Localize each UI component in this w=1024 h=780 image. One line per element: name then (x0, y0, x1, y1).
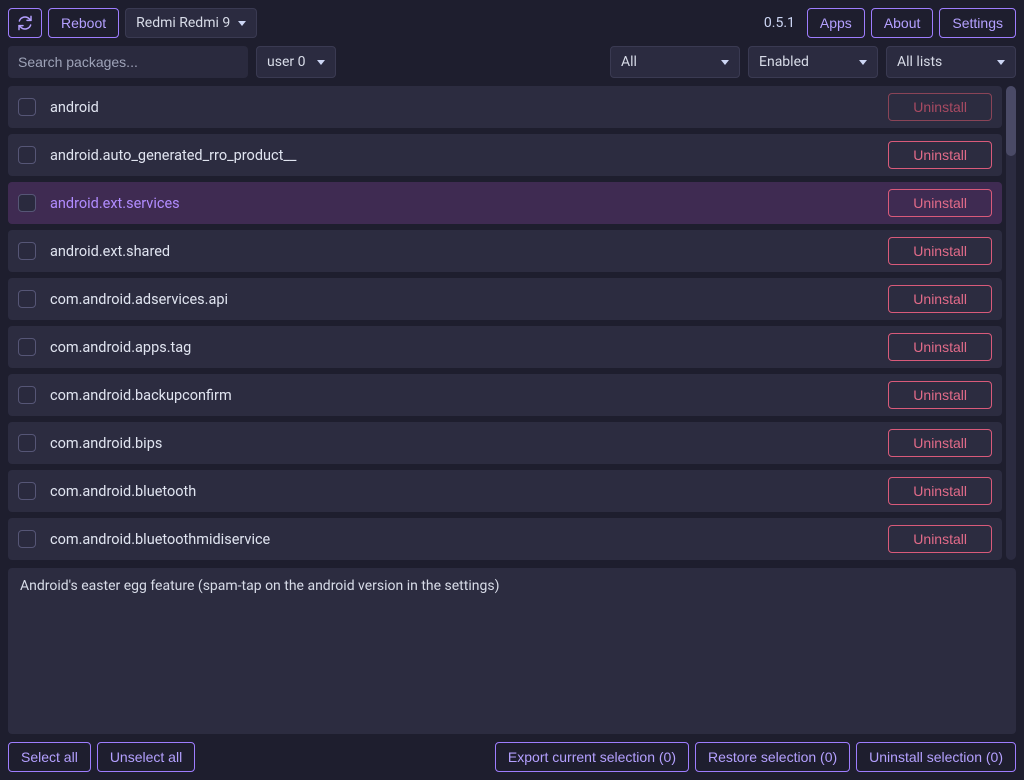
chevron-down-icon (997, 60, 1005, 65)
uninstall-button[interactable]: Uninstall (888, 141, 992, 169)
package-checkbox[interactable] (18, 194, 36, 212)
reboot-button[interactable]: Reboot (48, 8, 119, 38)
status-select[interactable]: Enabled (748, 46, 878, 78)
package-row[interactable]: com.android.bluetooth Uninstall (8, 470, 1002, 512)
chevron-down-icon (238, 21, 246, 26)
package-checkbox[interactable] (18, 482, 36, 500)
uninstall-button[interactable]: Uninstall (888, 477, 992, 505)
package-name: com.android.bips (50, 435, 874, 452)
unselect-all-button[interactable]: Unselect all (97, 742, 195, 772)
refresh-button[interactable] (8, 8, 42, 38)
filters-bar: user 0 All Enabled All lists (8, 46, 1016, 78)
package-checkbox[interactable] (18, 146, 36, 164)
package-checkbox[interactable] (18, 386, 36, 404)
package-name: com.android.bluetooth (50, 483, 874, 500)
package-row[interactable]: com.android.bips Uninstall (8, 422, 1002, 464)
user-select[interactable]: user 0 (256, 46, 336, 78)
package-row[interactable]: com.android.adservices.api Uninstall (8, 278, 1002, 320)
select-all-button[interactable]: Select all (8, 742, 91, 772)
package-name: android.ext.shared (50, 243, 874, 260)
uninstall-button[interactable]: Uninstall (888, 237, 992, 265)
uninstall-button[interactable]: Uninstall (888, 381, 992, 409)
package-row[interactable]: com.android.bluetoothmidiservice Uninstal… (8, 518, 1002, 560)
lists-select-label: All lists (897, 54, 942, 70)
package-name: android (50, 99, 874, 116)
lists-select[interactable]: All lists (886, 46, 1016, 78)
device-name: Redmi Redmi 9 (136, 15, 230, 31)
device-select[interactable]: Redmi Redmi 9 (125, 8, 257, 38)
package-row[interactable]: android.ext.services Uninstall (8, 182, 1002, 224)
package-checkbox[interactable] (18, 242, 36, 260)
restore-selection-button[interactable]: Restore selection (0) (695, 742, 850, 772)
package-list: androidUninstallandroid.auto_generated_r… (8, 86, 1002, 560)
status-select-label: Enabled (759, 54, 809, 70)
package-row[interactable]: android.ext.shared Uninstall (8, 230, 1002, 272)
package-name: com.android.apps.tag (50, 339, 874, 356)
chevron-down-icon (317, 60, 325, 65)
uninstall-button[interactable]: Uninstall (888, 333, 992, 361)
chevron-down-icon (859, 60, 867, 65)
package-row[interactable]: com.android.apps.tag Uninstall (8, 326, 1002, 368)
scrollbar-thumb[interactable] (1006, 86, 1016, 156)
package-name: com.android.adservices.api (50, 291, 874, 308)
uninstall-button[interactable]: Uninstall (888, 285, 992, 313)
uninstall-button[interactable]: Uninstall (888, 189, 992, 217)
package-name: com.android.bluetoothmidiservice (50, 531, 874, 548)
type-select-label: All (621, 54, 637, 70)
package-checkbox[interactable] (18, 434, 36, 452)
user-select-label: user 0 (267, 54, 305, 70)
export-selection-button[interactable]: Export current selection (0) (495, 742, 689, 772)
uninstall-button[interactable]: Uninstall (888, 429, 992, 457)
footer-bar: Select all Unselect all Export current s… (8, 742, 1016, 772)
apps-button[interactable]: Apps (807, 8, 865, 38)
package-row[interactable]: com.android.backupconfirm Uninstall (8, 374, 1002, 416)
package-checkbox[interactable] (18, 338, 36, 356)
version-label: 0.5.1 (764, 15, 795, 31)
settings-button[interactable]: Settings (939, 8, 1016, 38)
package-name: com.android.backupconfirm (50, 387, 874, 404)
description-panel: Android's easter egg feature (spam-tap o… (8, 568, 1016, 734)
uninstall-button[interactable]: Uninstall (888, 93, 992, 121)
package-name: android.auto_generated_rro_product__ (50, 147, 874, 164)
package-name: android.ext.services (50, 195, 874, 212)
about-button[interactable]: About (871, 8, 934, 38)
refresh-icon (17, 15, 33, 31)
uninstall-selection-button[interactable]: Uninstall selection (0) (856, 742, 1016, 772)
package-row[interactable]: android Uninstall (8, 86, 1002, 128)
package-checkbox[interactable] (18, 290, 36, 308)
scrollbar[interactable] (1006, 86, 1016, 560)
chevron-down-icon (721, 60, 729, 65)
package-checkbox[interactable] (18, 530, 36, 548)
package-checkbox[interactable] (18, 98, 36, 116)
package-row[interactable]: android.auto_generated_rro_product__ Unin… (8, 134, 1002, 176)
uninstall-button[interactable]: Uninstall (888, 525, 992, 553)
search-input[interactable] (8, 46, 248, 78)
header-bar: Reboot Redmi Redmi 9 0.5.1 Apps About Se… (8, 8, 1016, 38)
type-select[interactable]: All (610, 46, 740, 78)
